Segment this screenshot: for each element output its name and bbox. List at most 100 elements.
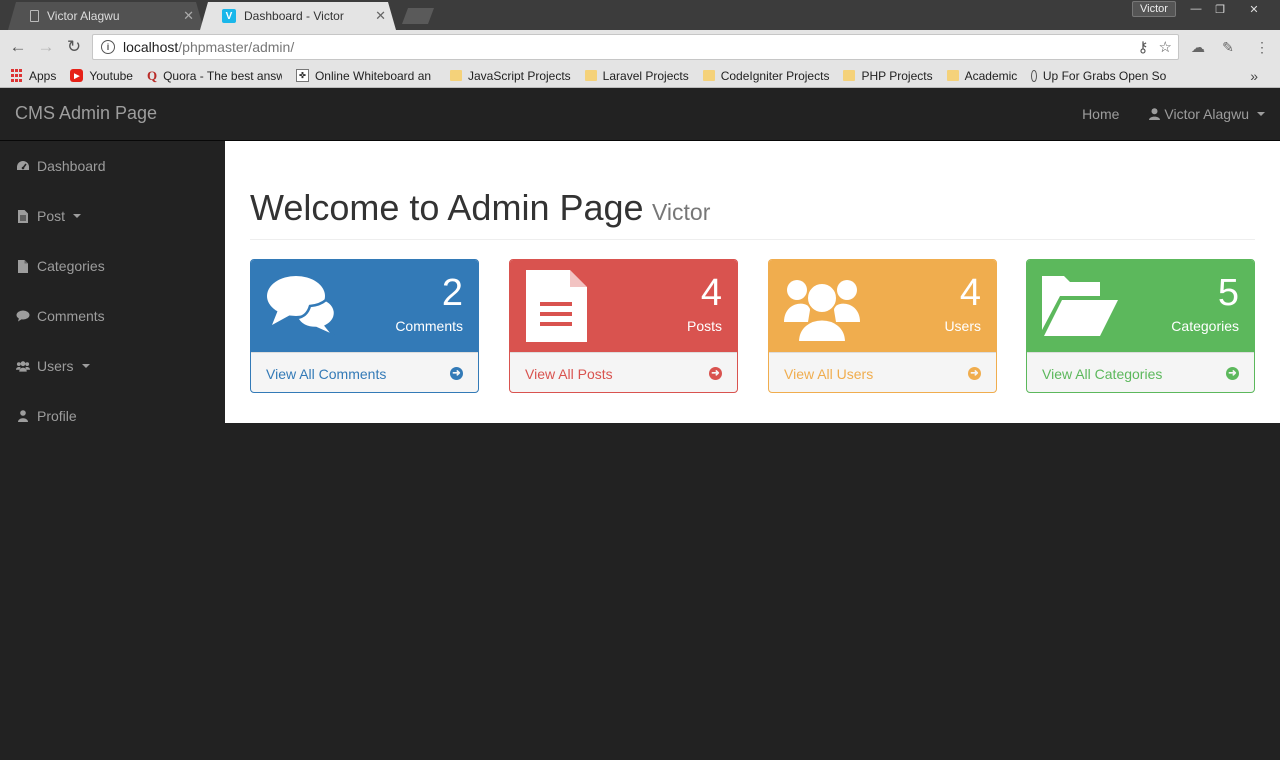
minimize-icon[interactable]: — bbox=[1184, 0, 1208, 18]
key-icon[interactable]: ⚷ bbox=[1138, 38, 1149, 56]
arrow-circle-right-icon: ➜ bbox=[450, 367, 463, 380]
home-link[interactable]: Home bbox=[1082, 106, 1119, 122]
browser-tab-active[interactable]: V Dashboard - Victor ✕ bbox=[200, 2, 396, 30]
back-icon[interactable]: ← bbox=[7, 37, 29, 57]
dashboard-icon bbox=[16, 160, 30, 172]
close-window-icon[interactable]: ✕ bbox=[1242, 0, 1266, 18]
panel-label: Comments bbox=[395, 318, 463, 334]
reload-icon[interactable]: ↻ bbox=[63, 37, 85, 57]
categories-panel: 5 Categories View All Categories ➜ bbox=[1026, 259, 1255, 393]
sidebar-item-comments[interactable]: Comments bbox=[0, 291, 225, 341]
tab-title: Victor Alagwu bbox=[47, 9, 120, 23]
new-tab-button[interactable] bbox=[402, 8, 434, 24]
sidebar: Dashboard Post Categories Comments Users… bbox=[0, 141, 225, 760]
view-all-posts-link[interactable]: View All Posts ➜ bbox=[510, 352, 737, 392]
extension-icon[interactable]: ☁ bbox=[1188, 37, 1208, 57]
panel-link-label: View All Categories bbox=[1042, 365, 1163, 382]
bookmark-folder-academic[interactable]: Academic bbox=[946, 68, 1018, 83]
chevron-down-icon bbox=[81, 364, 90, 368]
forward-icon[interactable]: → bbox=[35, 37, 57, 57]
sidebar-item-dashboard[interactable]: Dashboard bbox=[0, 141, 225, 191]
folder-open-icon bbox=[1042, 276, 1118, 336]
youtube-icon: ▶ bbox=[70, 69, 84, 82]
view-all-comments-link[interactable]: View All Comments ➜ bbox=[251, 352, 478, 392]
panel-heading: 4 Posts bbox=[510, 260, 737, 352]
more-bookmarks-icon[interactable]: » bbox=[1250, 68, 1258, 84]
browser-tab[interactable]: Victor Alagwu ✕ bbox=[8, 2, 204, 30]
bookmark-folder-codeigniter[interactable]: CodeIgniter Projects bbox=[702, 69, 829, 83]
bookmark-youtube[interactable]: ▶ Youtube bbox=[70, 69, 133, 83]
sidebar-item-post[interactable]: Post bbox=[0, 191, 225, 241]
user-icon bbox=[16, 410, 30, 422]
folder-icon bbox=[449, 70, 462, 81]
browser-toolbar: ← → ↻ i localhost/phpmaster/admin/ ⚷ ☆ ☁… bbox=[0, 30, 1280, 64]
posts-panel: 4 Posts View All Posts ➜ bbox=[509, 259, 738, 393]
bookmark-whiteboard[interactable]: ✜ Online Whiteboard an bbox=[295, 68, 436, 83]
sidebar-item-label: Dashboard bbox=[37, 158, 106, 174]
menu-icon[interactable]: ⋮ bbox=[1252, 37, 1272, 57]
view-all-categories-link[interactable]: View All Categories ➜ bbox=[1027, 352, 1254, 392]
users-icon bbox=[784, 280, 860, 342]
address-bar[interactable]: i localhost/phpmaster/admin/ ⚷ ☆ bbox=[92, 34, 1179, 60]
file-text-icon bbox=[526, 270, 587, 342]
user-count: 4 bbox=[959, 272, 981, 314]
file-icon bbox=[16, 259, 30, 273]
main-content: Welcome to Admin Page Victor 2 Comments … bbox=[225, 141, 1280, 423]
bookmark-label: Up For Grabs Open So bbox=[1042, 68, 1167, 83]
circle-icon bbox=[1031, 69, 1037, 82]
vimeo-icon: V bbox=[222, 9, 236, 23]
comment-icon bbox=[16, 310, 30, 322]
apps-grid-icon bbox=[10, 69, 23, 82]
sidebar-item-profile[interactable]: Profile bbox=[0, 391, 225, 441]
bookmark-label: Laravel Projects bbox=[602, 68, 689, 83]
panel-label: Users bbox=[944, 318, 981, 334]
page-subtitle: Victor bbox=[652, 199, 711, 225]
category-count: 5 bbox=[1217, 272, 1239, 314]
user-name: Victor Alagwu bbox=[1164, 106, 1249, 122]
panel-label: Categories bbox=[1171, 318, 1239, 334]
bookmark-folder-laravel[interactable]: Laravel Projects bbox=[584, 68, 689, 83]
page-title: Welcome to Admin Page bbox=[250, 187, 644, 228]
users-icon bbox=[16, 360, 30, 372]
restore-icon[interactable]: ❐ bbox=[1208, 0, 1232, 18]
sidebar-item-categories[interactable]: Categories bbox=[0, 241, 225, 291]
bookmark-folder-php[interactable]: PHP Projects bbox=[843, 69, 933, 83]
arrow-circle-right-icon: ➜ bbox=[1226, 367, 1239, 380]
panel-link-label: View All Posts bbox=[525, 365, 613, 382]
bookmark-label: Quora - The best answ bbox=[163, 68, 282, 83]
chevron-down-icon bbox=[1257, 112, 1265, 116]
arrow-circle-right-icon: ➜ bbox=[968, 367, 981, 380]
bookmark-folder-javascript[interactable]: JavaScript Projects bbox=[449, 68, 571, 83]
home-label: Home bbox=[1082, 106, 1120, 122]
page-header: Welcome to Admin Page Victor bbox=[250, 187, 1255, 240]
file-icon bbox=[16, 209, 30, 223]
sidebar-item-label: Users bbox=[37, 358, 74, 374]
folder-icon bbox=[946, 70, 959, 81]
info-icon[interactable]: i bbox=[101, 40, 115, 54]
whiteboard-icon: ✜ bbox=[295, 69, 309, 82]
brand-link[interactable]: CMS Admin Page bbox=[15, 103, 157, 124]
close-tab-icon[interactable]: ✕ bbox=[183, 8, 194, 24]
panel-link-label: View All Comments bbox=[266, 365, 387, 382]
sidebar-item-label: Post bbox=[37, 208, 66, 224]
folder-icon bbox=[702, 70, 715, 81]
bookmark-label: Academic bbox=[964, 68, 1018, 83]
profile-button[interactable]: Victor bbox=[1132, 1, 1176, 17]
chevron-down-icon bbox=[73, 214, 82, 218]
bookmark-apps[interactable]: Apps bbox=[10, 69, 56, 83]
panel-heading: 5 Categories bbox=[1027, 260, 1254, 352]
panel-link-label: View All Users bbox=[784, 365, 874, 382]
comments-panel: 2 Comments View All Comments ➜ bbox=[250, 259, 479, 393]
users-panel: 4 Users View All Users ➜ bbox=[768, 259, 997, 393]
sidebar-item-users[interactable]: Users bbox=[0, 341, 225, 391]
bookmark-label: Online Whiteboard an bbox=[314, 68, 432, 83]
bookmark-upforgrabs[interactable]: Up For Grabs Open So bbox=[1031, 69, 1166, 83]
close-tab-icon[interactable]: ✕ bbox=[375, 8, 386, 24]
comment-count: 2 bbox=[441, 272, 463, 314]
extension-pen-icon[interactable]: ✎ bbox=[1218, 37, 1238, 57]
user-dropdown[interactable]: Victor Alagwu bbox=[1149, 106, 1265, 122]
view-all-users-link[interactable]: View All Users ➜ bbox=[769, 352, 996, 392]
bookmark-quora[interactable]: Q Quora - The best answ bbox=[147, 69, 282, 83]
bookmark-label: JavaScript Projects bbox=[467, 68, 571, 83]
bookmark-star-icon[interactable]: ☆ bbox=[1159, 38, 1172, 56]
